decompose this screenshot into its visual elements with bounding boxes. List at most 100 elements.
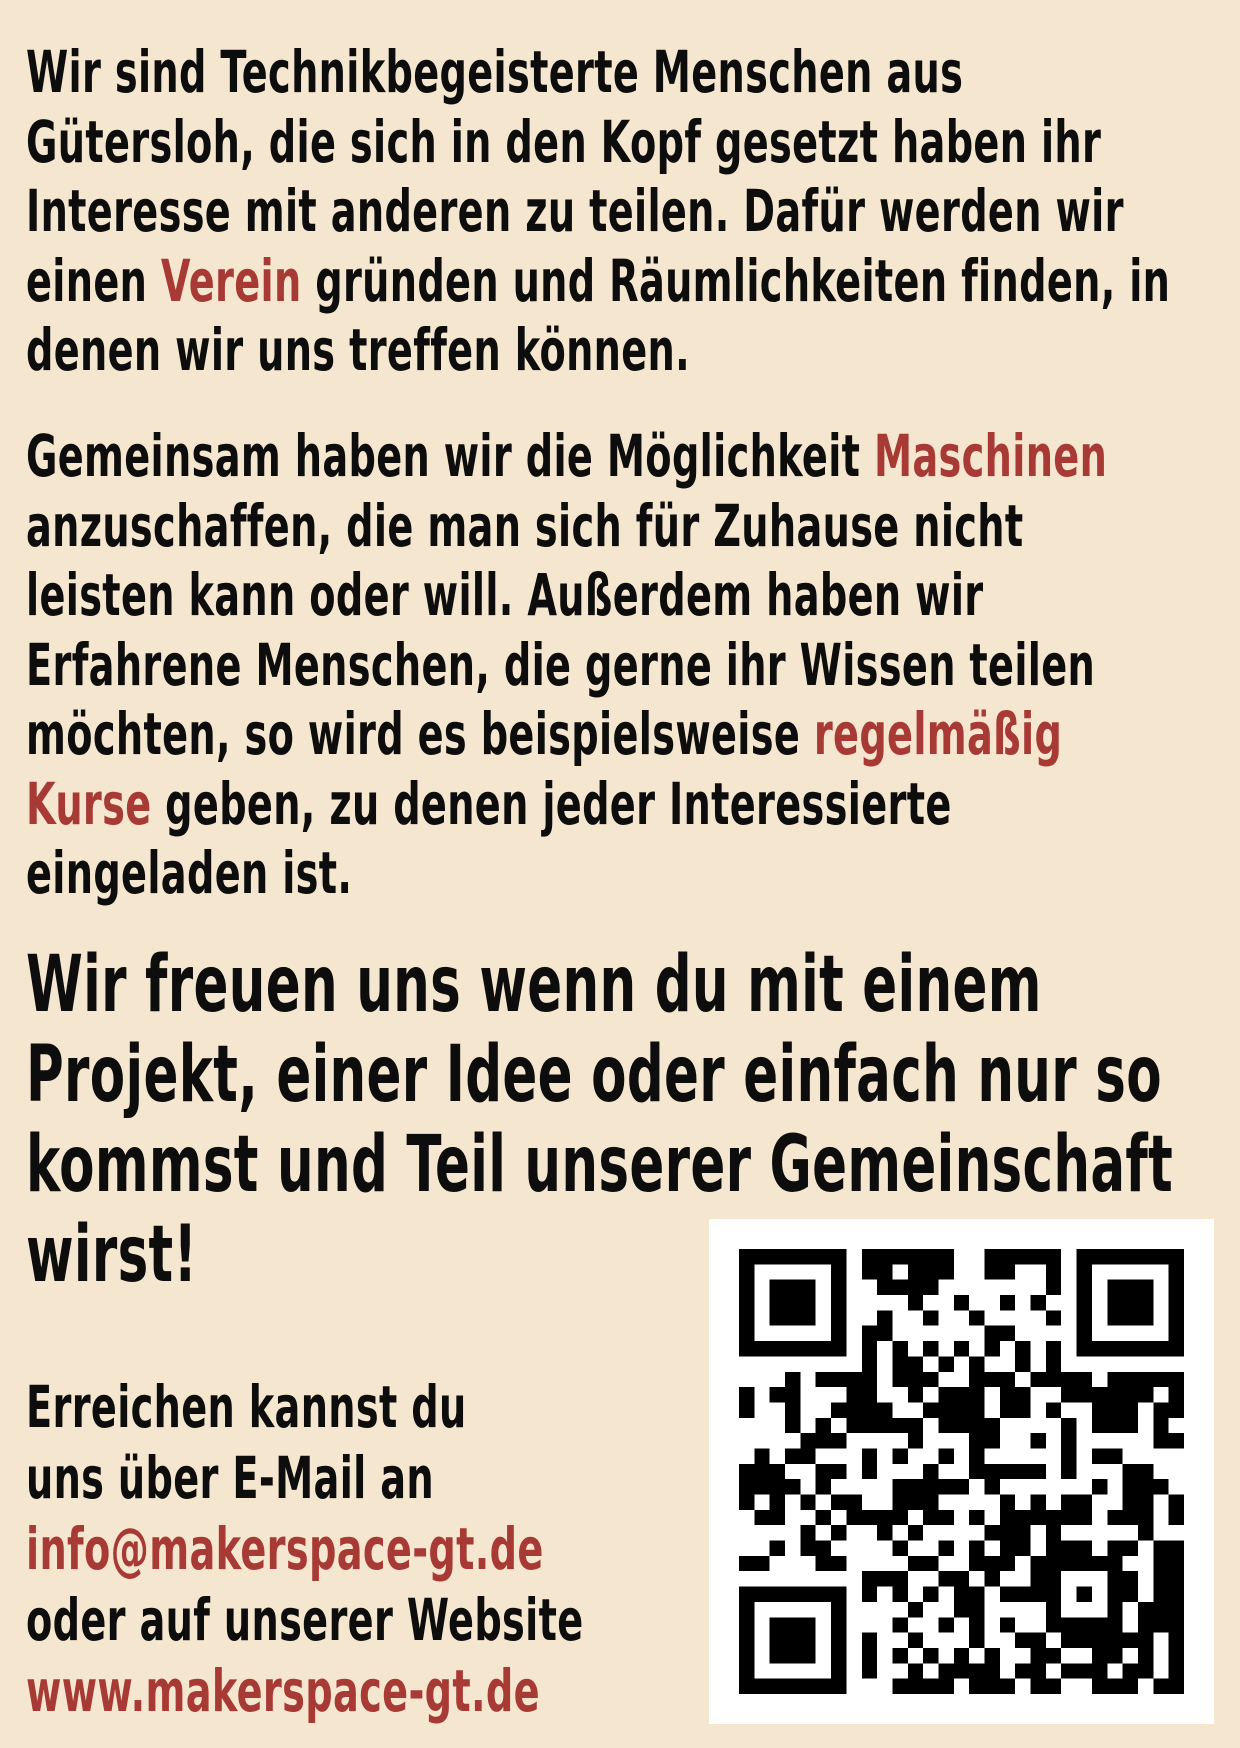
qr-module: [800, 1249, 816, 1265]
invitation-line: kommst und Teil unserer Gemeinschaft: [26, 1120, 1174, 1210]
qr-module: [984, 1249, 1000, 1265]
qr-module: [769, 1387, 786, 1403]
qr-module: [923, 1402, 939, 1418]
qr-module: [999, 1371, 1016, 1388]
qr-module: [831, 1371, 847, 1388]
qr-module: [1153, 1433, 1169, 1449]
qr-module: [1168, 1555, 1184, 1572]
qr-module: [1061, 1433, 1077, 1449]
qr-module: [739, 1295, 755, 1311]
qr-module: [999, 1540, 1016, 1556]
qr-module: [815, 1678, 832, 1694]
qr-module: [785, 1417, 801, 1434]
qr-module: [1045, 1601, 1062, 1618]
qr-module: [861, 1509, 878, 1526]
qr-module: [969, 1617, 985, 1633]
qr-module: [800, 1341, 816, 1357]
qr-module: [892, 1571, 908, 1587]
qr-module: [984, 1647, 1000, 1664]
qr-module: [1153, 1479, 1169, 1495]
qr-module: [892, 1494, 908, 1510]
qr-module: [938, 1402, 954, 1418]
qr-module: [1122, 1479, 1138, 1495]
qr-module: [785, 1295, 801, 1311]
qr-module: [1153, 1555, 1169, 1572]
qr-module: [1122, 1310, 1138, 1326]
qr-module: [785, 1371, 801, 1388]
qr-module: [999, 1387, 1016, 1403]
qr-module: [831, 1310, 847, 1326]
qr-module: [1122, 1678, 1138, 1694]
qr-module: [1137, 1494, 1154, 1510]
qr-module: [831, 1463, 847, 1480]
qr-module: [800, 1678, 816, 1694]
qr-module: [892, 1448, 908, 1464]
qr-module: [1107, 1249, 1123, 1265]
qr-module: [831, 1678, 847, 1694]
qr-module: [877, 1402, 893, 1418]
qr-module: [1107, 1310, 1123, 1326]
qr-module: [1122, 1632, 1138, 1648]
qr-module: [1153, 1371, 1169, 1388]
qr-module: [892, 1617, 908, 1633]
qr-module: [815, 1479, 832, 1495]
qr-module: [846, 1371, 862, 1388]
qr-module: [1137, 1341, 1154, 1357]
qr-module: [1076, 1494, 1092, 1510]
qr-module: [953, 1387, 970, 1403]
offer-line: Gemeinsam haben wir die Möglichkeit Masc…: [26, 422, 1108, 490]
qr-module: [923, 1494, 939, 1510]
qr-module: [1107, 1647, 1123, 1664]
qr-module: [1015, 1540, 1031, 1556]
qr-module: [1091, 1555, 1108, 1572]
qr-module: [1107, 1555, 1123, 1572]
qr-module: [984, 1525, 1000, 1541]
qr-module: [861, 1417, 878, 1434]
qr-module: [1091, 1632, 1108, 1648]
qr-module: [1107, 1387, 1123, 1403]
qr-module: [1015, 1525, 1031, 1541]
qr-module: [1045, 1279, 1062, 1296]
qr-module: [846, 1417, 862, 1434]
highlight-regelmaessig: regelmäßig: [813, 700, 1063, 768]
qr-module: [984, 1463, 1000, 1480]
qr-module: [1030, 1249, 1046, 1265]
qr-module: [1076, 1555, 1092, 1572]
website-link[interactable]: www.makerspace-gt.de: [26, 1656, 584, 1727]
qr-module: [1015, 1463, 1031, 1480]
qr-module: [877, 1325, 893, 1342]
qr-module: [861, 1586, 878, 1602]
qr-module: [1061, 1663, 1077, 1679]
qr-module: [785, 1678, 801, 1694]
qr-module: [1030, 1463, 1046, 1480]
qr-module: [877, 1571, 893, 1587]
qr-module: [831, 1494, 847, 1510]
qr-module: [1030, 1371, 1046, 1388]
qr-module: [877, 1249, 893, 1265]
qr-module: [1107, 1417, 1123, 1434]
qr-code: [709, 1219, 1214, 1724]
qr-module: [1030, 1295, 1046, 1311]
qr-module: [1045, 1525, 1062, 1541]
qr-module: [1153, 1601, 1169, 1618]
qr-module: [1030, 1555, 1046, 1572]
qr-module: [754, 1509, 770, 1526]
qr-module: [769, 1463, 786, 1480]
qr-module: [907, 1525, 924, 1541]
qr-module: [785, 1387, 801, 1403]
qr-module: [785, 1249, 801, 1265]
qr-module: [1015, 1509, 1031, 1526]
qr-module: [861, 1325, 878, 1342]
qr-module: [1061, 1540, 1077, 1556]
qr-module: [1045, 1555, 1062, 1572]
qr-module: [739, 1586, 755, 1602]
qr-module: [969, 1356, 985, 1372]
qr-module: [907, 1249, 924, 1265]
qr-module: [1076, 1325, 1092, 1342]
qr-module: [769, 1632, 786, 1648]
qr-module: [999, 1525, 1016, 1541]
qr-module: [1045, 1571, 1062, 1587]
qr-module: [1076, 1632, 1092, 1648]
email-link[interactable]: info@makerspace-gt.de: [26, 1514, 584, 1585]
qr-module: [984, 1479, 1000, 1495]
